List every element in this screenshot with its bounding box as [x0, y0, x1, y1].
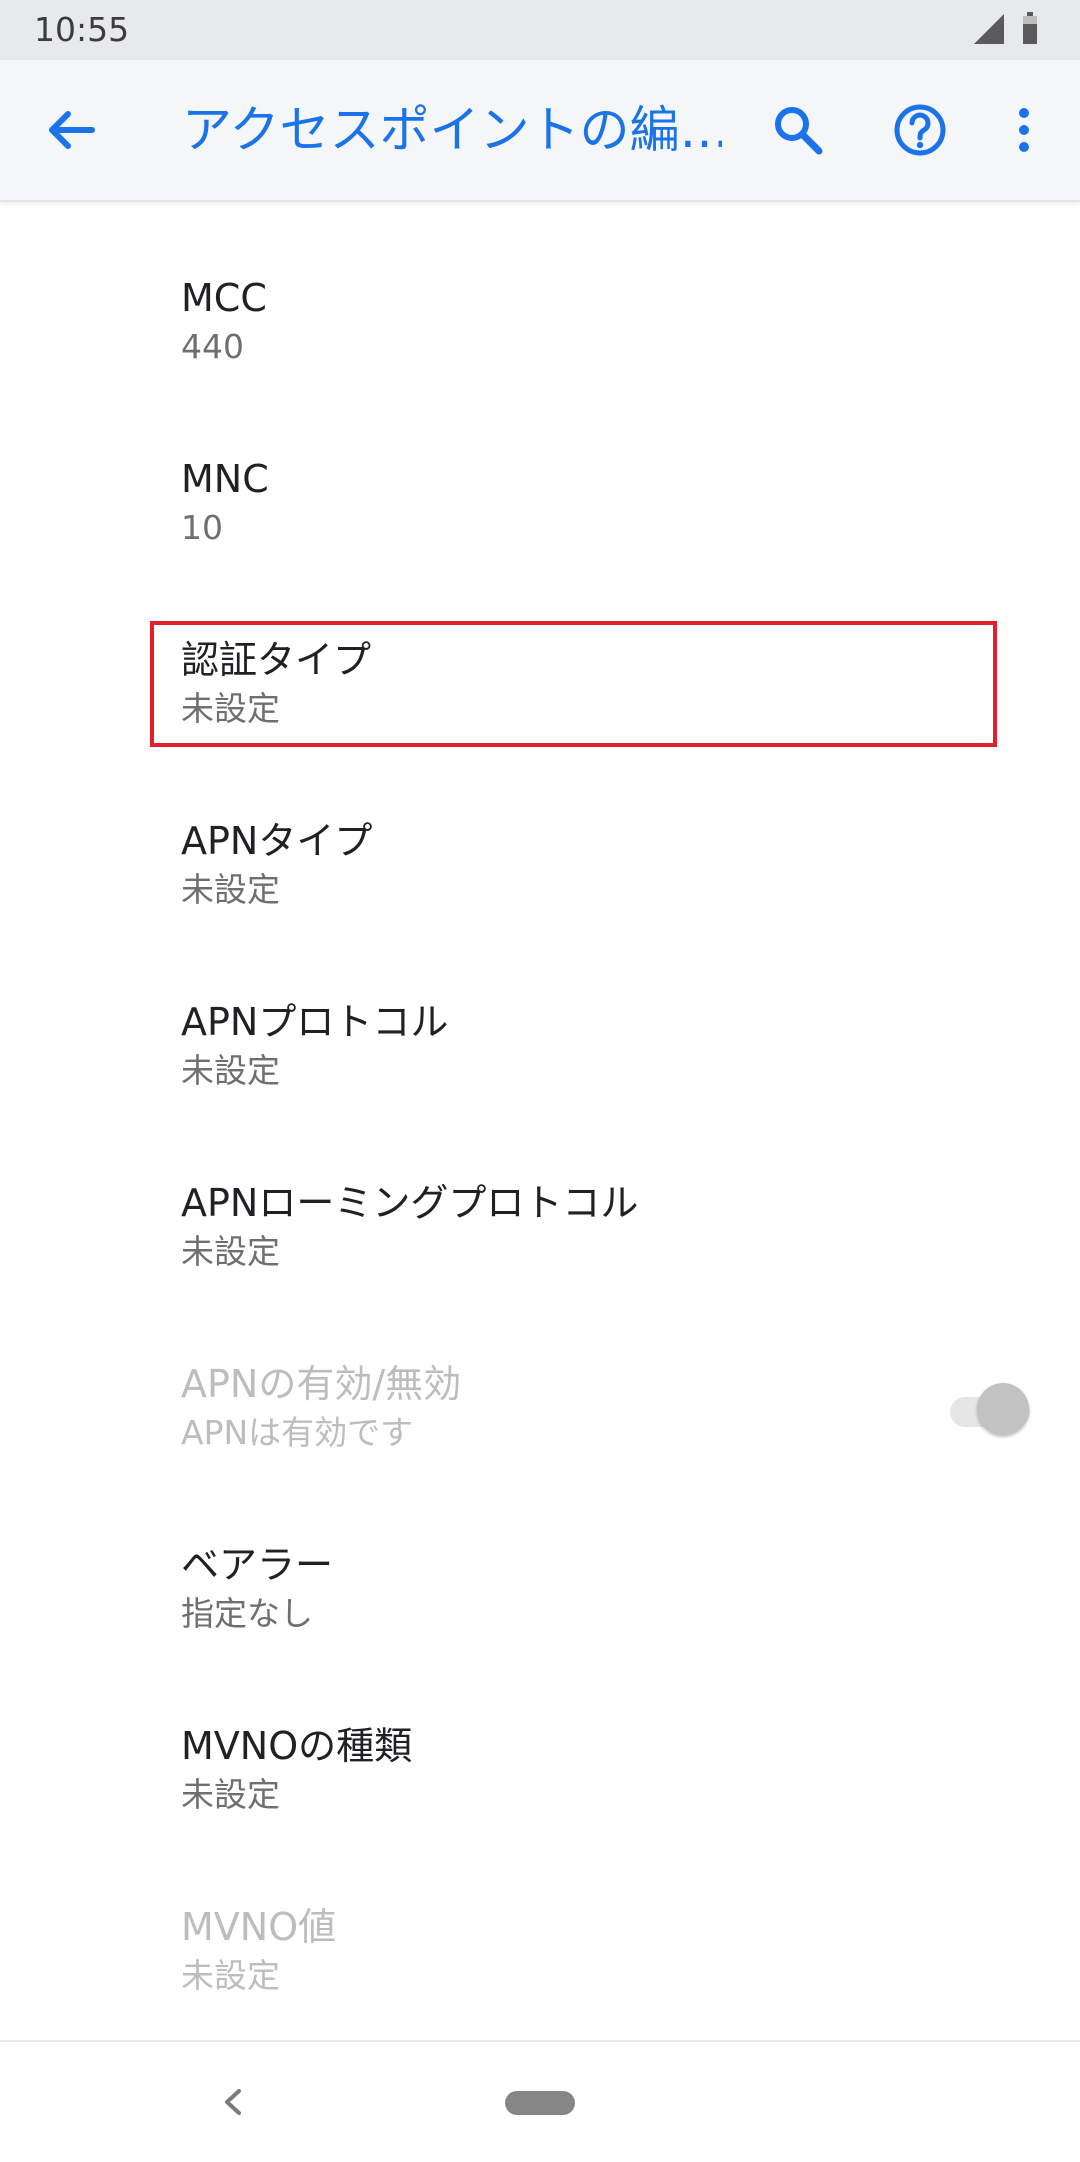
highlight-box [150, 621, 997, 747]
pref-title: MVNOの種類 [181, 1724, 413, 1768]
pref-title: APNタイプ [181, 819, 373, 863]
status-icons [974, 12, 1037, 44]
pref-title: APNの有効/無効 [181, 1362, 462, 1406]
pref-mcc[interactable]: MCC 440 [0, 202, 1080, 382]
toggle-thumb [977, 1383, 1029, 1435]
back-arrow-icon[interactable] [41, 100, 101, 160]
pref-title: MCC [181, 276, 267, 320]
pref-mnc[interactable]: MNC 10 [0, 383, 1080, 563]
pref-bearer[interactable]: ベアラー 指定なし [0, 1469, 1080, 1649]
pref-summary: 指定なし [181, 1594, 313, 1633]
pref-summary: 未設定 [181, 1956, 280, 1995]
pref-title: APNプロトコル [181, 1000, 449, 1044]
help-icon[interactable] [890, 100, 950, 160]
pref-summary: 未設定 [181, 1232, 280, 1271]
home-pill-icon[interactable] [505, 2091, 575, 2115]
pref-title: MVNO値 [181, 1905, 337, 1949]
battery-icon [1023, 12, 1037, 44]
pref-title: ベアラー [181, 1543, 334, 1587]
navigation-bar [0, 2040, 1080, 2162]
pref-mvno-value: MVNO値 未設定 [0, 1831, 1080, 2011]
pref-apn-protocol[interactable]: APNプロトコル 未設定 [0, 926, 1080, 1106]
pref-title: MNC [181, 457, 269, 501]
pref-title: APNローミングプロトコル [181, 1181, 639, 1225]
app-bar-title: アクセスポイントの編… [182, 101, 722, 159]
pref-summary: 10 [181, 508, 223, 547]
pref-summary: 未設定 [181, 870, 280, 909]
apn-enable-toggle[interactable] [947, 1378, 1033, 1436]
nav-back-icon[interactable] [213, 2081, 253, 2123]
pref-summary: 未設定 [181, 1775, 280, 1814]
signal-icon [974, 14, 1004, 44]
pref-summary: 未設定 [181, 1051, 280, 1090]
status-time: 10:55 [34, 10, 130, 49]
overflow-menu-icon[interactable] [1000, 100, 1060, 160]
pref-mvno-type[interactable]: MVNOの種類 未設定 [0, 1650, 1080, 1830]
status-bar: 10:55 [0, 0, 1080, 60]
pref-apn-roaming-protocol[interactable]: APNローミングプロトコル 未設定 [0, 1107, 1080, 1287]
search-icon[interactable] [768, 100, 828, 160]
pref-apn-type[interactable]: APNタイプ 未設定 [0, 745, 1080, 925]
app-bar: アクセスポイントの編… [0, 60, 1080, 202]
pref-apn-enable: APNの有効/無効 APNは有効です [0, 1288, 1080, 1468]
pref-summary: APNは有効です [181, 1413, 414, 1452]
pref-summary: 440 [181, 327, 244, 366]
